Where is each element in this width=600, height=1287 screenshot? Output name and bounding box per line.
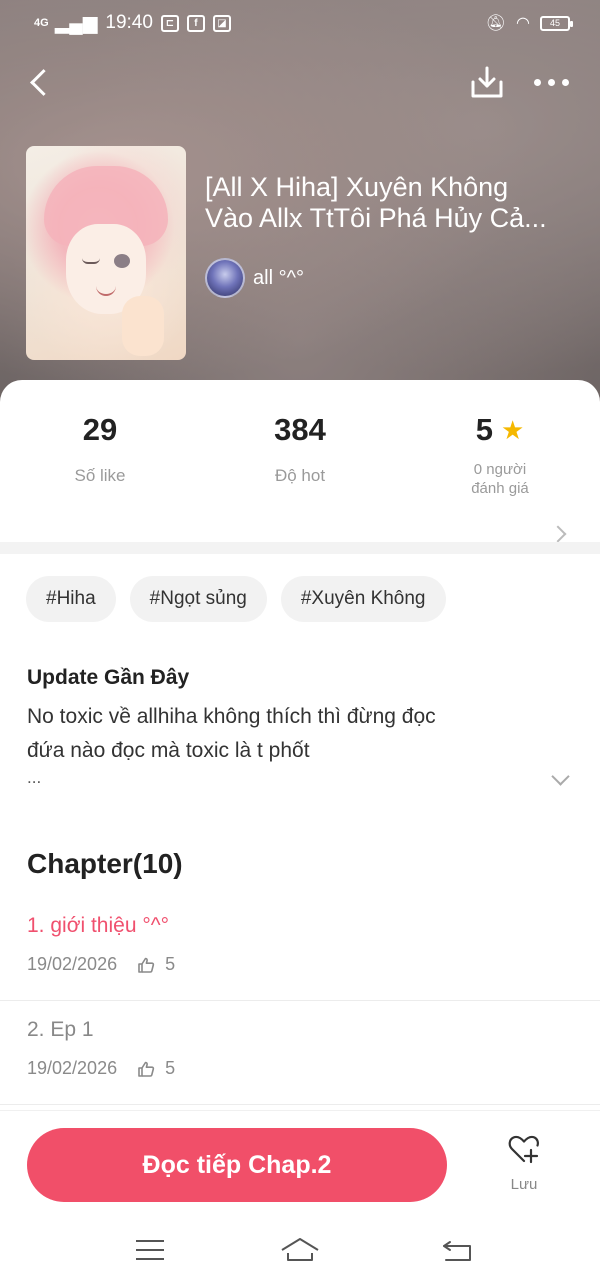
battery-level: 45: [549, 18, 560, 28]
update-title: Update Gần Đây: [27, 666, 190, 689]
thumbs-up-icon: [138, 957, 155, 973]
update-line-2: đứa nào đọc mà toxic là t phốt: [27, 739, 310, 762]
download-icon[interactable]: [468, 64, 506, 102]
rating-value: 5: [475, 412, 493, 447]
bottom-action-bar: Đọc tiếp Chap.2 Lưu: [0, 1110, 600, 1220]
top-nav: [0, 58, 600, 108]
signal-bars-icon: ▂▄▆: [54, 12, 98, 34]
facebook-icon: f: [186, 14, 205, 32]
stats-row: 29 Số like 384 Độ hot 5 ★ 0 người đánh gi…: [0, 410, 600, 543]
chapter-separator: [0, 1000, 600, 1001]
save-button[interactable]: Lưu: [498, 1133, 550, 1193]
signal-label: 4G: [34, 17, 49, 29]
chapter-date: 19/02/2026: [27, 954, 118, 974]
menu-icon[interactable]: [136, 1240, 166, 1264]
hot-value: 384: [274, 412, 326, 447]
battery-icon: 45: [540, 15, 573, 31]
more-options-icon[interactable]: [534, 72, 574, 92]
section-divider: [0, 542, 600, 554]
story-title-line-2: Vào Allx TtTôi Phá Hủy Cả...: [205, 203, 547, 233]
chapter-item[interactable]: 1. giới thiệu °^° 19/02/2026 5: [0, 914, 600, 1018]
chapter-separator: [0, 1104, 600, 1105]
status-bar: 4G ▂▄▆ 19:40 ⊏ f ◪ 🔕︎ ◠ 45: [0, 0, 600, 46]
thumbs-up-icon: [138, 1061, 155, 1077]
wifi-icon: ◠: [516, 15, 530, 32]
chapter-title[interactable]: 1. giới thiệu °^°: [27, 914, 169, 938]
update-description: No toxic về allhiha không thích thì đừng…: [27, 700, 527, 768]
clock: 19:40: [105, 12, 153, 33]
update-line-1: No toxic về allhiha không thích thì đừng…: [27, 705, 436, 728]
hot-stat: 384 Độ hot: [200, 410, 400, 486]
hot-label: Độ hot: [274, 466, 326, 485]
rating-count-label-2: đánh giá: [471, 480, 529, 497]
author-name[interactable]: all °^°: [253, 267, 304, 290]
heart-plus-icon: [508, 1135, 539, 1164]
likes-value: 29: [82, 412, 118, 447]
chapter-heading: Chapter(10): [27, 848, 183, 879]
update-ellipsis: ...: [27, 768, 42, 787]
author[interactable]: all °^°: [205, 258, 304, 298]
rating-count-label: 0 người: [473, 461, 527, 478]
expand-chevron-icon[interactable]: [551, 767, 570, 786]
chapter-item[interactable]: 2. Ep 1 19/02/2026 5: [0, 1018, 600, 1122]
back-nav-icon[interactable]: [440, 1236, 474, 1264]
tag-ngot-sung[interactable]: #Ngọt sủng: [129, 576, 267, 622]
app-notification-icon: ◪: [212, 14, 231, 32]
chapter-title[interactable]: 2. Ep 1: [27, 1018, 94, 1042]
system-nav-bar: [0, 1220, 600, 1287]
mute-icon: 🔕︎: [485, 15, 507, 32]
author-avatar[interactable]: [205, 258, 245, 298]
notification-icon: ⊏: [160, 14, 179, 32]
continue-reading-button[interactable]: Đọc tiếp Chap.2: [27, 1128, 447, 1202]
tag-list: #Hiha #Ngọt sủng #Xuyên Không: [26, 576, 446, 622]
save-label: Lưu: [510, 1176, 538, 1193]
chapter-likes: 5: [165, 1058, 176, 1078]
story-cover-image: [26, 146, 186, 360]
back-button[interactable]: [26, 66, 52, 100]
chevron-right-icon[interactable]: [549, 525, 567, 543]
chapter-date: 19/02/2026: [27, 1058, 118, 1078]
story-title: [All X Hiha] Xuyên Không Vào Allx TtTôi …: [205, 172, 585, 234]
rating-stat[interactable]: 5 ★ 0 người đánh giá: [400, 410, 600, 498]
tag-hiha[interactable]: #Hiha: [26, 576, 116, 622]
tag-xuyen-khong[interactable]: #Xuyên Không: [280, 576, 446, 622]
story-title-line-1: [All X Hiha] Xuyên Không: [205, 172, 509, 202]
chapter-likes: 5: [165, 954, 176, 974]
likes-label: Số like: [74, 466, 126, 485]
home-icon[interactable]: [280, 1234, 320, 1266]
star-icon: ★: [500, 415, 525, 445]
likes-stat: 29 Số like: [0, 410, 200, 486]
